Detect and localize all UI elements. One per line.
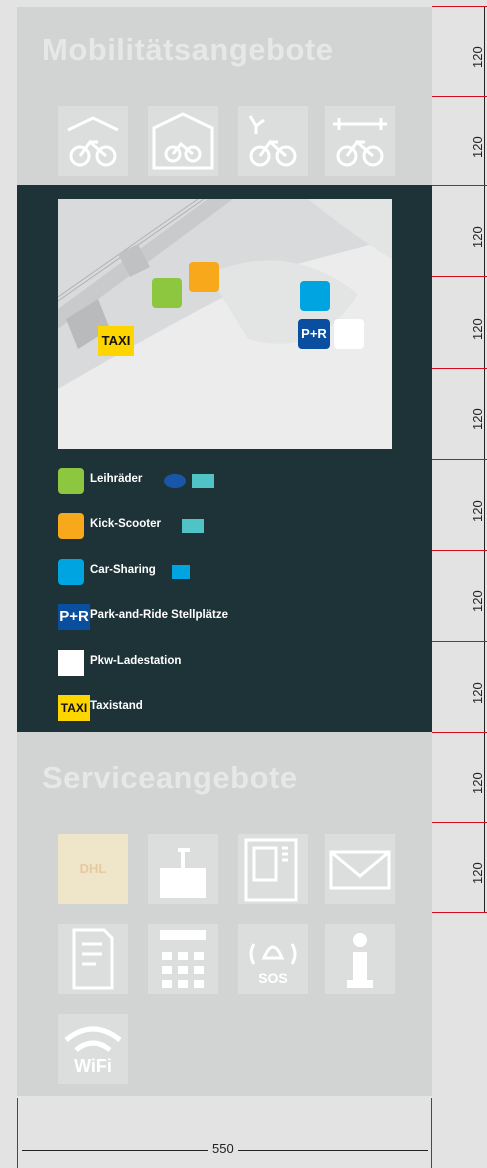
height-dimension-label: 120	[470, 772, 485, 794]
ticket-icon	[58, 924, 128, 994]
tier-logo	[182, 519, 204, 533]
height-dimension-label: 120	[470, 46, 485, 68]
height-tick	[432, 368, 487, 369]
legend-label-taxi: Taxistand	[90, 700, 143, 712]
height-tick	[432, 550, 487, 551]
legend-label-scooters: Kick-Scooter	[90, 518, 161, 530]
height-tick	[432, 185, 487, 186]
width-dimension-label: 550	[208, 1141, 238, 1156]
station-map: P+R TAXI	[58, 199, 392, 449]
luggage-locker-icon	[148, 834, 218, 904]
car-sharing-icon	[58, 559, 84, 585]
bike-repair-icon	[325, 106, 395, 176]
dhl-logo: DHL	[58, 834, 128, 904]
e-bike-charging-icon	[238, 106, 308, 176]
height-dimension-label: 120	[470, 862, 485, 884]
bike-sharing-logo	[164, 474, 186, 488]
height-tick	[432, 276, 487, 277]
dhl-label: DHL	[79, 861, 107, 876]
height-dimension-label: 120	[470, 500, 485, 522]
scooter-map-pin	[189, 262, 219, 292]
height-tick	[432, 732, 487, 733]
car2go-logo	[172, 565, 190, 579]
atm-icon	[148, 924, 218, 994]
height-tick	[432, 96, 487, 97]
ev-charging-icon	[58, 650, 84, 676]
sos-icon: SOS	[238, 924, 308, 994]
bike-garage-icon	[148, 106, 218, 176]
service-heading: Serviceangebote	[42, 760, 298, 795]
sos-label: SOS	[258, 970, 288, 986]
height-dimension-label: 120	[470, 136, 485, 158]
height-tick	[432, 641, 487, 642]
height-tick	[432, 6, 487, 7]
bike-map-pin	[152, 278, 182, 308]
wifi-icon: WiFi	[58, 1014, 128, 1084]
height-dimension-label: 120	[470, 682, 485, 704]
legend-label-park-and-ride: Park-and-Ride Stellplätze	[90, 609, 229, 621]
height-dimension-label: 120	[470, 408, 485, 430]
park-and-ride-map-pin: P+R	[298, 319, 330, 349]
car-sharing-map-pin	[300, 281, 330, 311]
legend-label-ev-charging: Pkw-Ladestation	[90, 655, 182, 667]
height-tick	[432, 459, 487, 460]
height-tick	[432, 822, 487, 823]
legend-label-car-sharing: Car-Sharing	[90, 564, 156, 576]
legend-label-bikes: Leihräder	[90, 473, 143, 485]
ev-charging-map-pin	[334, 319, 364, 349]
tier-logo	[192, 474, 214, 488]
dimension-tick-left	[17, 1098, 18, 1168]
height-dimension-label: 120	[470, 318, 485, 340]
mobility-heading: Mobilitätsangebote	[42, 32, 334, 67]
bike-icon	[58, 468, 84, 494]
dimension-tick-right	[431, 1098, 432, 1168]
taxi-icon: TAXI	[58, 695, 90, 721]
mail-icon	[325, 834, 395, 904]
height-dimension-label: 120	[470, 226, 485, 248]
kick-scooter-icon	[58, 513, 84, 539]
ticket-machine-icon	[238, 834, 308, 904]
park-and-ride-icon: P+R	[58, 604, 90, 630]
wifi-label: WiFi	[74, 1056, 112, 1076]
height-dimension-label: 120	[470, 590, 485, 612]
information-icon	[325, 924, 395, 994]
height-tick	[432, 912, 487, 913]
taxi-map-pin: TAXI	[98, 326, 134, 356]
bike-shelter-icon	[58, 106, 128, 176]
